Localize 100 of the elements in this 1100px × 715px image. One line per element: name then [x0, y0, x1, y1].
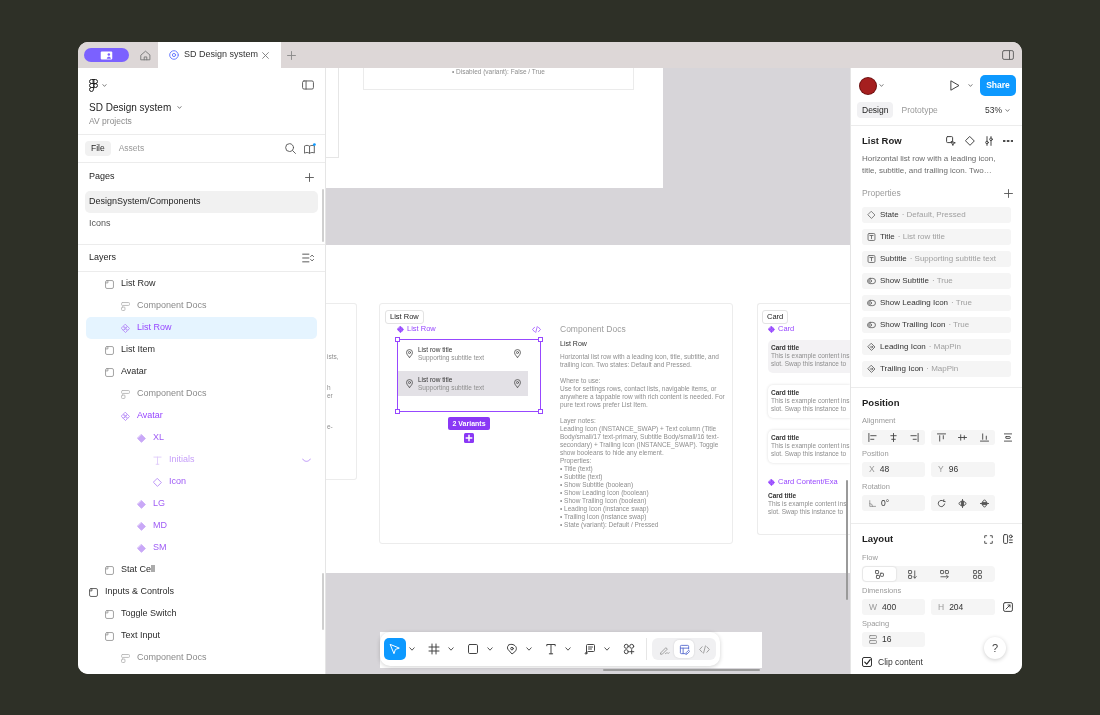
flow-option[interactable] [863, 567, 896, 581]
pen-nib-icon [506, 643, 518, 655]
layer-item[interactable]: List Item [86, 339, 317, 361]
scrollbar[interactable] [846, 480, 848, 600]
caret-icon[interactable] [409, 647, 415, 651]
caret-icon[interactable] [604, 647, 610, 651]
design-mode-button[interactable] [674, 640, 694, 658]
layer-item[interactable]: XL [86, 427, 317, 449]
align-left-icon[interactable] [868, 433, 877, 442]
panel-tab[interactable]: Design [857, 102, 894, 118]
plus-icon[interactable] [305, 172, 314, 182]
caret-icon[interactable] [968, 84, 973, 87]
property-row[interactable]: Subtitle · Supporting subtitle text [862, 251, 1011, 267]
layer-item[interactable]: Avatar [86, 361, 317, 383]
checkbox[interactable] [862, 657, 872, 667]
property-row[interactable]: Show Trailing Icon · True [862, 317, 1011, 333]
align-center-icon[interactable] [889, 433, 898, 442]
page-item[interactable]: DesignSystem/Components [85, 191, 318, 213]
close-icon[interactable] [262, 51, 269, 59]
sidebar-toggle-icon[interactable] [302, 80, 314, 90]
layout-panel-icon[interactable] [1003, 534, 1013, 544]
sliders-icon[interactable] [984, 136, 994, 146]
search-icon[interactable] [285, 143, 296, 154]
caret-icon[interactable] [177, 105, 183, 109]
frame-icon [105, 367, 114, 377]
y-field[interactable]: Y 96 [931, 462, 995, 477]
layer-item[interactable]: Avatar [86, 405, 317, 427]
rotate-icon[interactable] [937, 498, 947, 508]
align-bottom-icon[interactable] [979, 433, 989, 442]
property-row[interactable]: Show Leading Icon · True [862, 295, 1011, 311]
grid-layout-icon [973, 569, 983, 579]
caret-icon[interactable] [879, 84, 884, 87]
caret-icon[interactable] [526, 647, 532, 651]
rotation-field[interactable]: 0° [862, 495, 925, 511]
layer-item[interactable]: List Row [86, 317, 317, 339]
list-icon[interactable] [302, 253, 314, 263]
resize-handle[interactable] [538, 337, 543, 342]
layer-item[interactable]: SM [86, 537, 317, 559]
align-right-icon[interactable] [910, 433, 919, 442]
property-row[interactable]: Show Subtitle · True [862, 273, 1011, 289]
resize-handle[interactable] [395, 337, 400, 342]
layer-item[interactable]: Inputs & Controls [86, 581, 317, 603]
toggle-icon [867, 277, 876, 285]
panel-icon[interactable] [1002, 50, 1014, 60]
four-diamonds-icon [121, 323, 130, 333]
align-top-icon[interactable] [937, 433, 947, 442]
spacing-field[interactable]: 16 [862, 632, 925, 647]
layer-item[interactable]: Component Docs [86, 383, 317, 405]
help-button[interactable]: ? [984, 637, 1006, 659]
layer-item[interactable]: Component Docs [86, 647, 317, 669]
panel-tab[interactable]: File [85, 141, 111, 156]
layer-item[interactable]: Icon [86, 471, 317, 493]
main-menu-button[interactable] [89, 78, 107, 92]
layer-item[interactable]: Component Docs [86, 295, 317, 317]
move-tool[interactable] [384, 638, 406, 660]
property-row[interactable]: Trailing Icon · MapPin [862, 361, 1011, 377]
avatar[interactable] [860, 77, 876, 94]
distribute-icon[interactable] [1003, 433, 1013, 442]
layer-item[interactable]: Toggle Switch [86, 603, 317, 625]
property-row[interactable]: Title · List row title [862, 229, 1011, 245]
x-field[interactable]: X 48 [862, 462, 925, 477]
scrollbar[interactable] [603, 669, 760, 671]
resize-handle[interactable] [395, 409, 400, 414]
square-cursor-icon[interactable] [946, 136, 956, 146]
code-icon[interactable] [532, 325, 541, 333]
caret-icon[interactable] [1005, 108, 1010, 112]
caret-icon[interactable] [565, 647, 571, 651]
document-tab[interactable]: SD Design system [158, 42, 281, 68]
plus-icon[interactable] [1004, 188, 1013, 198]
section-heading: Layout [862, 531, 894, 546]
vertical-layout-icon [907, 569, 917, 579]
flip-horizontal-icon[interactable] [958, 498, 968, 508]
property-row[interactable]: Leading Icon · MapPin [862, 339, 1011, 355]
layer-item[interactable]: Text Input [86, 625, 317, 647]
layer-item[interactable]: MD [86, 515, 317, 537]
book-icon[interactable] [304, 143, 316, 154]
frame-icon [105, 631, 114, 641]
text-icon [153, 455, 162, 465]
corners-icon[interactable] [984, 534, 993, 544]
play-icon[interactable] [950, 80, 960, 91]
frame-icon [105, 279, 114, 289]
file-name[interactable]: SD Design system [89, 99, 172, 115]
caret-icon[interactable] [487, 647, 493, 651]
mode-pill-button[interactable] [84, 48, 129, 62]
zoom-level[interactable]: 53% [985, 103, 1002, 117]
width-field[interactable]: W 400 [862, 599, 925, 615]
align-middle-icon[interactable] [958, 433, 968, 442]
property-row[interactable]: State · Default, Pressed [862, 207, 1011, 223]
flip-vertical-icon[interactable] [979, 498, 989, 508]
layout-icon [121, 653, 130, 663]
height-field[interactable]: H 204 [931, 599, 995, 615]
layer-item[interactable]: List Row [86, 273, 317, 295]
layer-item[interactable]: LG [86, 493, 317, 515]
description: Horizontal list row with a leading icon, title, subtitle, and trailing icon. Two… [862, 153, 997, 177]
resize-icon[interactable] [1003, 602, 1013, 612]
page-item[interactable]: Icons [85, 213, 318, 235]
layer-item[interactable]: Stat Cell [86, 559, 317, 581]
caret-icon[interactable] [448, 647, 454, 651]
diamond-outline-icon[interactable] [965, 136, 975, 146]
resize-handle[interactable] [538, 409, 543, 414]
